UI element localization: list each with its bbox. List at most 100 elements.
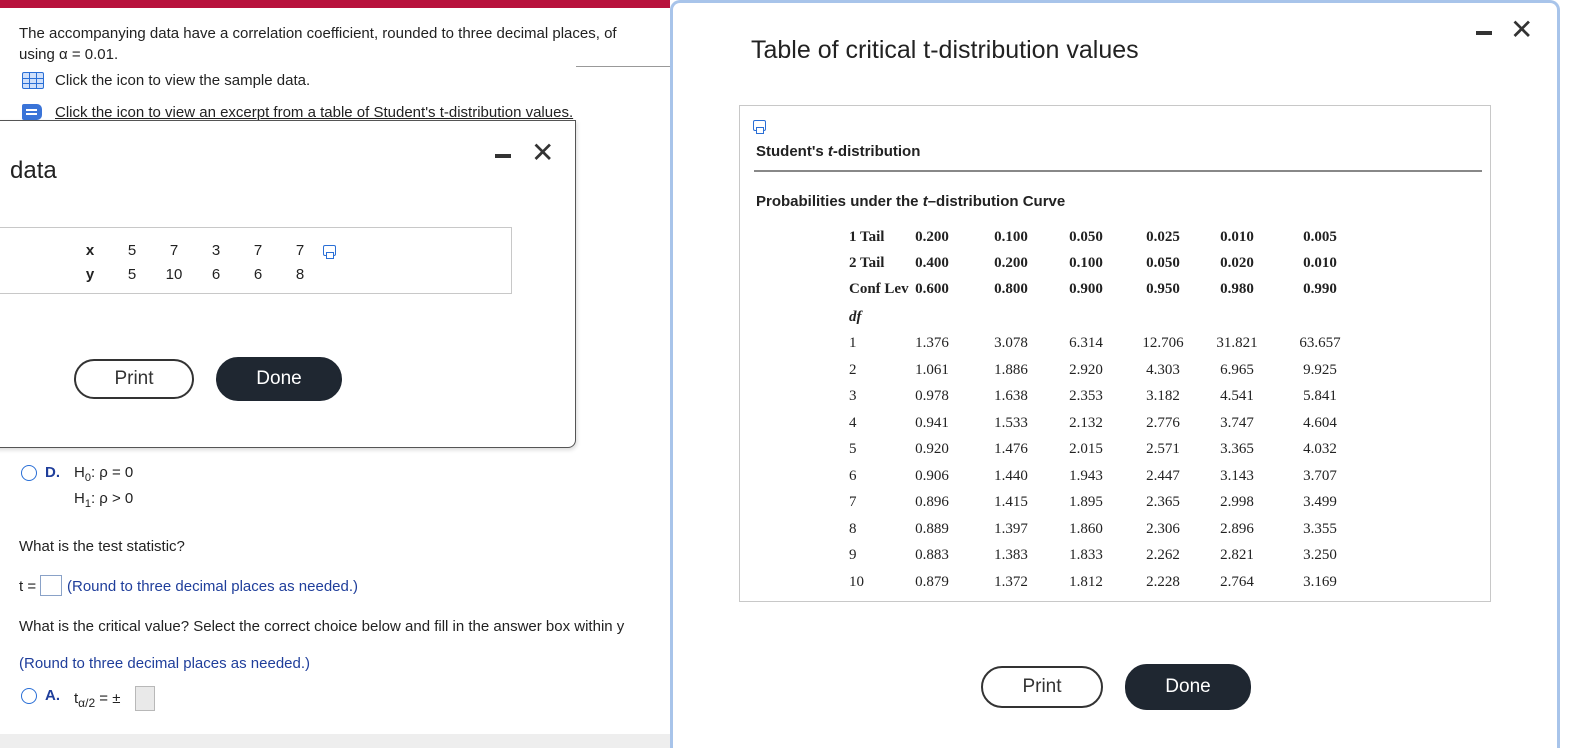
option-d-h1: H1: ρ > 0 bbox=[74, 490, 134, 510]
option-d-radio[interactable] bbox=[21, 465, 37, 481]
table-cell: 1.061 bbox=[915, 362, 949, 378]
table-cell: 1.895 bbox=[1069, 494, 1103, 510]
header-cell: 0.100 bbox=[994, 229, 1028, 245]
header-cell: 0.950 bbox=[1146, 281, 1180, 297]
header-cell: 0.980 bbox=[1220, 281, 1254, 297]
table-cell: 3.250 bbox=[1303, 547, 1337, 563]
table-cell: 0.920 bbox=[915, 441, 949, 457]
table-cell: 1.376 bbox=[915, 335, 949, 351]
table-cell: 2.896 bbox=[1220, 521, 1254, 537]
t-table-link[interactable]: Click the icon to view an excerpt from a… bbox=[55, 104, 573, 121]
done-button[interactable]: Done bbox=[216, 357, 342, 401]
round-note-2: (Round to three decimal places as needed… bbox=[19, 655, 311, 672]
brand-bar bbox=[0, 0, 670, 8]
data-dialog-title: data bbox=[10, 157, 57, 184]
table-cell: 1.383 bbox=[994, 547, 1028, 563]
table-cell: 0.906 bbox=[915, 468, 949, 484]
table-cell: 2.132 bbox=[1069, 415, 1103, 431]
table-cell: 1.860 bbox=[1069, 521, 1103, 537]
data-grid-icon[interactable] bbox=[22, 72, 44, 89]
critical-value-question: What is the critical value? Select the c… bbox=[19, 618, 625, 635]
df-label: df bbox=[849, 309, 862, 325]
table-cell: 3.707 bbox=[1303, 468, 1337, 484]
table-cell: 3.182 bbox=[1146, 388, 1180, 404]
header-cell: 0.100 bbox=[1069, 255, 1103, 271]
table-cell: 1.833 bbox=[1069, 547, 1103, 563]
table-cell: 1.372 bbox=[994, 574, 1028, 590]
copy-icon[interactable] bbox=[323, 245, 336, 259]
close-icon[interactable]: ✕ bbox=[1510, 16, 1533, 44]
header-cell: 0.800 bbox=[994, 281, 1028, 297]
data-cell: 6 bbox=[253, 266, 263, 283]
table-cell: 2.920 bbox=[1069, 362, 1103, 378]
header-cell: 0.020 bbox=[1220, 255, 1254, 271]
table-cell: 2.015 bbox=[1069, 441, 1103, 457]
t-label: t = bbox=[19, 578, 37, 595]
sample-data-link[interactable]: Click the icon to view the sample data. bbox=[55, 72, 310, 89]
t-table-subtitle: Student's t-distribution bbox=[756, 143, 921, 160]
header-cell: 0.010 bbox=[1220, 229, 1254, 245]
data-cell: 10 bbox=[165, 266, 183, 283]
row-label-x: x bbox=[85, 242, 95, 259]
option-a-letter: A. bbox=[45, 687, 60, 704]
header-cell: 0.050 bbox=[1069, 229, 1103, 245]
table-cell: 0.889 bbox=[915, 521, 949, 537]
divider bbox=[576, 66, 670, 67]
table-cell: 2.447 bbox=[1146, 468, 1180, 484]
table-cell: 2.571 bbox=[1146, 441, 1180, 457]
t-table-dialog: Table of critical t-distribution values … bbox=[670, 0, 1560, 748]
option-d-letter: D. bbox=[45, 464, 60, 481]
data-cell: 7 bbox=[253, 242, 263, 259]
question-intro-line2: using α = 0.01. bbox=[19, 46, 119, 63]
print-button[interactable]: Print bbox=[981, 666, 1103, 708]
table-cell: 6.314 bbox=[1069, 335, 1103, 351]
table-cell: 1.533 bbox=[994, 415, 1028, 431]
print-button[interactable]: Print bbox=[74, 359, 194, 399]
header-cell: 0.400 bbox=[915, 255, 949, 271]
table-cell: 9.925 bbox=[1303, 362, 1337, 378]
header-cell: 0.990 bbox=[1303, 281, 1337, 297]
t-table-panel: Student's t-distribution Probabilities u… bbox=[739, 105, 1491, 602]
table-cell: 1.397 bbox=[994, 521, 1028, 537]
table-cell: 3.169 bbox=[1303, 574, 1337, 590]
row-label-y: y bbox=[85, 266, 95, 283]
close-icon[interactable]: ✕ bbox=[531, 139, 554, 167]
round-note-1: (Round to three decimal places as needed… bbox=[67, 578, 359, 595]
sample-data-table: x 5 7 3 7 7 y 5 10 6 6 8 bbox=[0, 227, 512, 294]
table-cell: 2.306 bbox=[1146, 521, 1180, 537]
table-cell: 3.355 bbox=[1303, 521, 1337, 537]
book-icon[interactable] bbox=[22, 104, 42, 120]
copy-icon[interactable] bbox=[753, 120, 766, 134]
header-cell: 0.010 bbox=[1303, 255, 1337, 271]
table-cell: 0.879 bbox=[915, 574, 949, 590]
data-cell: 6 bbox=[211, 266, 221, 283]
done-button[interactable]: Done bbox=[1125, 664, 1251, 710]
test-statistic-input[interactable] bbox=[40, 575, 62, 596]
table-cell: 2.228 bbox=[1146, 574, 1180, 590]
table-cell: 4.604 bbox=[1303, 415, 1337, 431]
header-cell: 0.025 bbox=[1146, 229, 1180, 245]
table-cell: 63.657 bbox=[1299, 335, 1341, 351]
minimize-icon[interactable] bbox=[495, 154, 511, 158]
divider bbox=[754, 170, 1482, 172]
minimize-icon[interactable] bbox=[1476, 31, 1492, 35]
probabilities-heading: Probabilities under the t–distribution C… bbox=[756, 193, 1066, 210]
table-cell: 2.764 bbox=[1220, 574, 1254, 590]
data-cell: 8 bbox=[295, 266, 305, 283]
data-cell: 5 bbox=[127, 266, 137, 283]
table-cell: 4.541 bbox=[1220, 388, 1254, 404]
critical-value-input[interactable] bbox=[135, 686, 155, 711]
table-cell: 2.262 bbox=[1146, 547, 1180, 563]
header-cell: 0.600 bbox=[915, 281, 949, 297]
data-cell: 5 bbox=[127, 242, 137, 259]
table-cell: 1.476 bbox=[994, 441, 1028, 457]
table-cell: 3.499 bbox=[1303, 494, 1337, 510]
table-cell: 1.943 bbox=[1069, 468, 1103, 484]
table-cell: 12.706 bbox=[1142, 335, 1184, 351]
option-a-radio[interactable] bbox=[21, 688, 37, 704]
t-table-dialog-title: Table of critical t-distribution values bbox=[751, 36, 1139, 64]
table-cell: 3.747 bbox=[1220, 415, 1254, 431]
data-cell: 7 bbox=[295, 242, 305, 259]
header-cell: 0.900 bbox=[1069, 281, 1103, 297]
table-cell: 3.143 bbox=[1220, 468, 1254, 484]
